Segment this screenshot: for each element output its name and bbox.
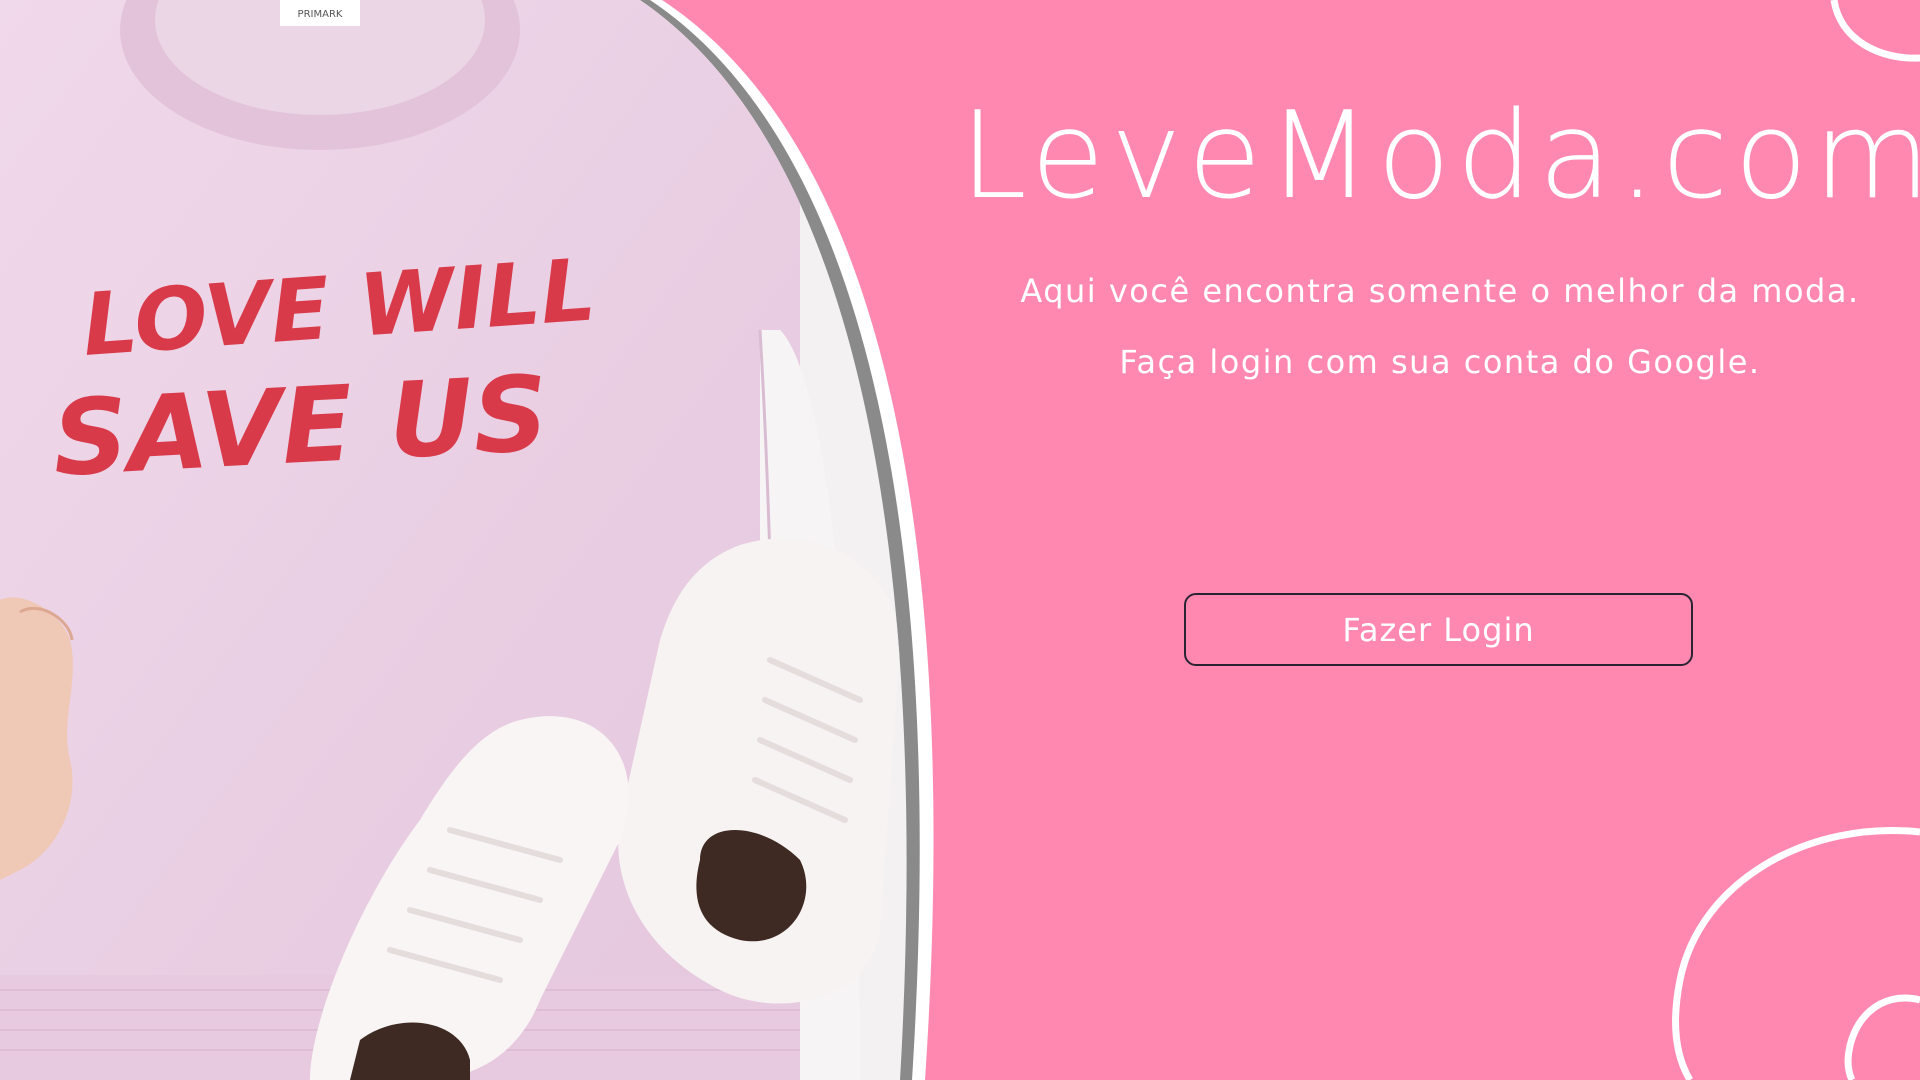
tagline-login-instructions: Faça login com sua conta do Google. [1119, 343, 1761, 381]
login-screen: PRIMARK LOVE WILL SAVE US LeveModa.com A… [0, 0, 1920, 1080]
hero-photo: PRIMARK LOVE WILL SAVE US [0, 0, 960, 1080]
login-button[interactable]: Fazer Login [1184, 593, 1693, 666]
shirt-print-line2: SAVE US [50, 352, 551, 500]
brand-title: LeveModa.com [960, 87, 1920, 226]
shirt-print: LOVE WILL SAVE US [50, 240, 599, 500]
login-content: LeveModa.com Aqui você encontra somente … [960, 0, 1920, 1080]
tagline-primary: Aqui você encontra somente o melhor da m… [1020, 272, 1860, 310]
clothing-tag-label: PRIMARK [298, 9, 343, 20]
clothing-tag: PRIMARK [280, 0, 360, 26]
